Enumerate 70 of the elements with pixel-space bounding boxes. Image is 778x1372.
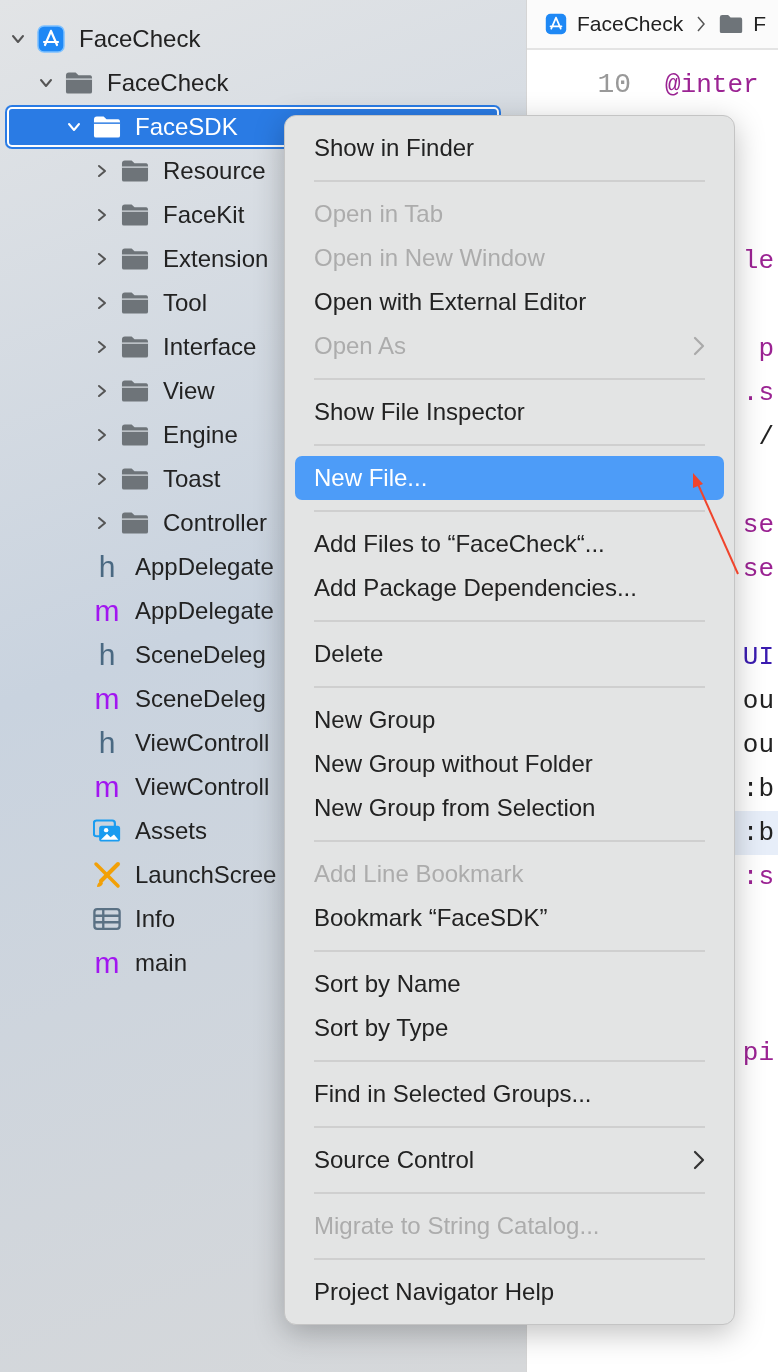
disclosure-chevron-icon[interactable] [95,428,109,442]
code-text: p [758,334,774,364]
code-text: :s [742,862,774,892]
breadcrumb-item[interactable]: FaceCheck [577,12,684,36]
menu-item[interactable]: Sort by Type [295,1006,724,1050]
menu-item[interactable]: New Group from Selection [295,786,724,830]
menu-item[interactable]: Delete [295,632,724,676]
breadcrumb-item[interactable]: F [753,12,767,36]
file-icon: h [98,728,116,758]
code-text: le [742,246,774,276]
file-icon: m [94,772,120,802]
folder-icon [121,203,149,227]
code-text: se [742,510,774,540]
code-text: ou [742,686,774,716]
code-text: :b [742,818,774,848]
disclosure-chevron-icon[interactable] [95,340,109,354]
folder-icon [121,247,149,271]
menu-item[interactable]: Project Navigator Help [295,1270,724,1314]
line-number: 10 [597,68,631,102]
code-text: pi [742,1038,774,1068]
folder-icon [121,291,149,315]
disclosure-chevron-icon[interactable] [95,208,109,222]
disclosure-chevron-icon[interactable] [95,164,109,178]
file-icon: m [94,684,120,714]
navigator-item[interactable]: FaceCheck [5,61,501,105]
disclosure-chevron-icon[interactable] [11,32,25,46]
folder-icon [121,511,149,535]
disclosure-chevron-icon[interactable] [95,472,109,486]
folder-icon [121,379,149,403]
code-text: :b [742,774,774,804]
code-text: .s [742,378,774,408]
file-icon: h [98,640,116,670]
file-icon: m [94,596,120,626]
disclosure-chevron-icon[interactable] [39,76,53,90]
disclosure-chevron-icon[interactable] [95,296,109,310]
folder-icon [121,335,149,359]
menu-item[interactable]: Sort by Name [295,962,724,1006]
menu-item[interactable]: Bookmark “FaceSDK” [295,896,724,940]
app-icon [37,25,65,53]
menu-item[interactable]: New Group without Folder [295,742,724,786]
code-text: UI [742,642,774,672]
image-stack-icon [93,817,121,845]
folder-icon [65,71,93,95]
file-icon: m [94,948,120,978]
pencil-brush-icon [93,861,121,889]
menu-item[interactable]: Show File Inspector [295,390,724,434]
menu-item[interactable]: Find in Selected Groups... [295,1072,724,1116]
file-icon: h [98,552,116,582]
disclosure-chevron-icon[interactable] [95,252,109,266]
folder-icon [93,115,121,139]
navigator-item[interactable]: FaceCheck [5,17,501,61]
table-icon [93,907,121,931]
app-icon [545,13,567,35]
code-text: se [742,554,774,584]
menu-item[interactable]: Source Control [295,1138,724,1182]
code-text: ou [742,730,774,760]
chevron-icon [697,16,706,32]
code-text: / [758,422,774,452]
menu-item[interactable]: Add Files to “FaceCheck“... [295,522,724,566]
disclosure-chevron-icon[interactable] [95,384,109,398]
disclosure-chevron-icon[interactable] [95,516,109,530]
code-text: @inter [665,70,759,100]
disclosure-chevron-icon[interactable] [67,120,81,134]
folder-icon [121,467,149,491]
folder-icon [121,423,149,447]
menu-item[interactable]: Add Package Dependencies... [295,566,724,610]
folder-icon [719,14,744,34]
folder-icon [121,159,149,183]
menu-item[interactable]: New Group [295,698,724,742]
menu-item[interactable]: Open with External Editor [295,280,724,324]
